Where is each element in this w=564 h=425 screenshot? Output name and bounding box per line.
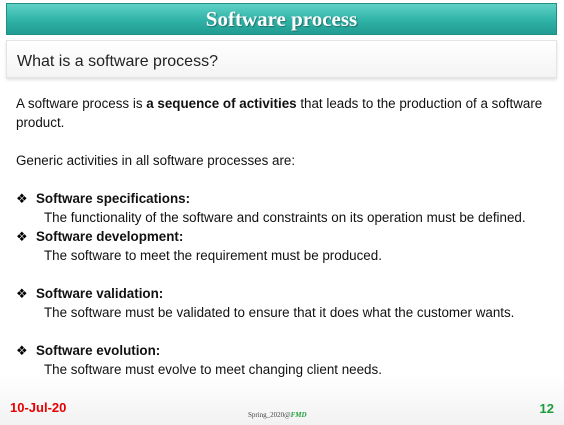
footer-credit: Spring_2020@FMD — [248, 411, 307, 419]
diamond-bullet-icon: ❖ — [16, 229, 28, 244]
footer-date: 10-Jul-20 — [10, 400, 67, 415]
slide: Software process What is a software proc… — [0, 0, 564, 425]
slide-title: Software process — [205, 6, 358, 31]
page-number: 12 — [539, 401, 554, 416]
bullet-heading: Software validation: — [36, 286, 164, 301]
bullet-software-development: ❖ Software development: The software to … — [16, 227, 558, 265]
subtitle-bar: What is a software process? — [6, 40, 557, 78]
bullet-software-validation: ❖ Software validation: The software must… — [16, 284, 558, 322]
bullet-heading: Software development: — [36, 229, 184, 244]
bullet-description: The software must evolve to meet changin… — [44, 362, 382, 377]
intro-text-before: A software process is — [16, 96, 147, 111]
diamond-bullet-icon: ❖ — [16, 191, 28, 206]
bullet-heading: Software specifications: — [36, 191, 191, 206]
bullet-heading: Software evolution: — [36, 343, 161, 358]
bullet-description: The software to meet the requirement mus… — [44, 248, 382, 263]
footer-credit-prefix: Spring_2020@ — [248, 411, 291, 419]
intro-text-bold: a sequence of activities — [146, 96, 297, 111]
title-bar: Software process — [6, 3, 557, 35]
bullet-software-specifications: ❖ Software specifications: The functiona… — [16, 189, 558, 227]
generic-activities-line: Generic activities in all software proce… — [16, 153, 296, 168]
slide-subtitle: What is a software process? — [17, 53, 218, 70]
slide-body: A software process is a sequence of acti… — [16, 94, 558, 379]
bullet-description: The software must be validated to ensure… — [44, 305, 515, 320]
diamond-bullet-icon: ❖ — [16, 286, 28, 301]
bullet-description: The functionality of the software and co… — [44, 210, 526, 225]
intro-paragraph: A software process is a sequence of acti… — [16, 94, 558, 132]
footer-credit-brand: FMD — [290, 411, 307, 419]
bullet-software-evolution: ❖ Software evolution: The software must … — [16, 341, 558, 379]
diamond-bullet-icon: ❖ — [16, 343, 28, 358]
